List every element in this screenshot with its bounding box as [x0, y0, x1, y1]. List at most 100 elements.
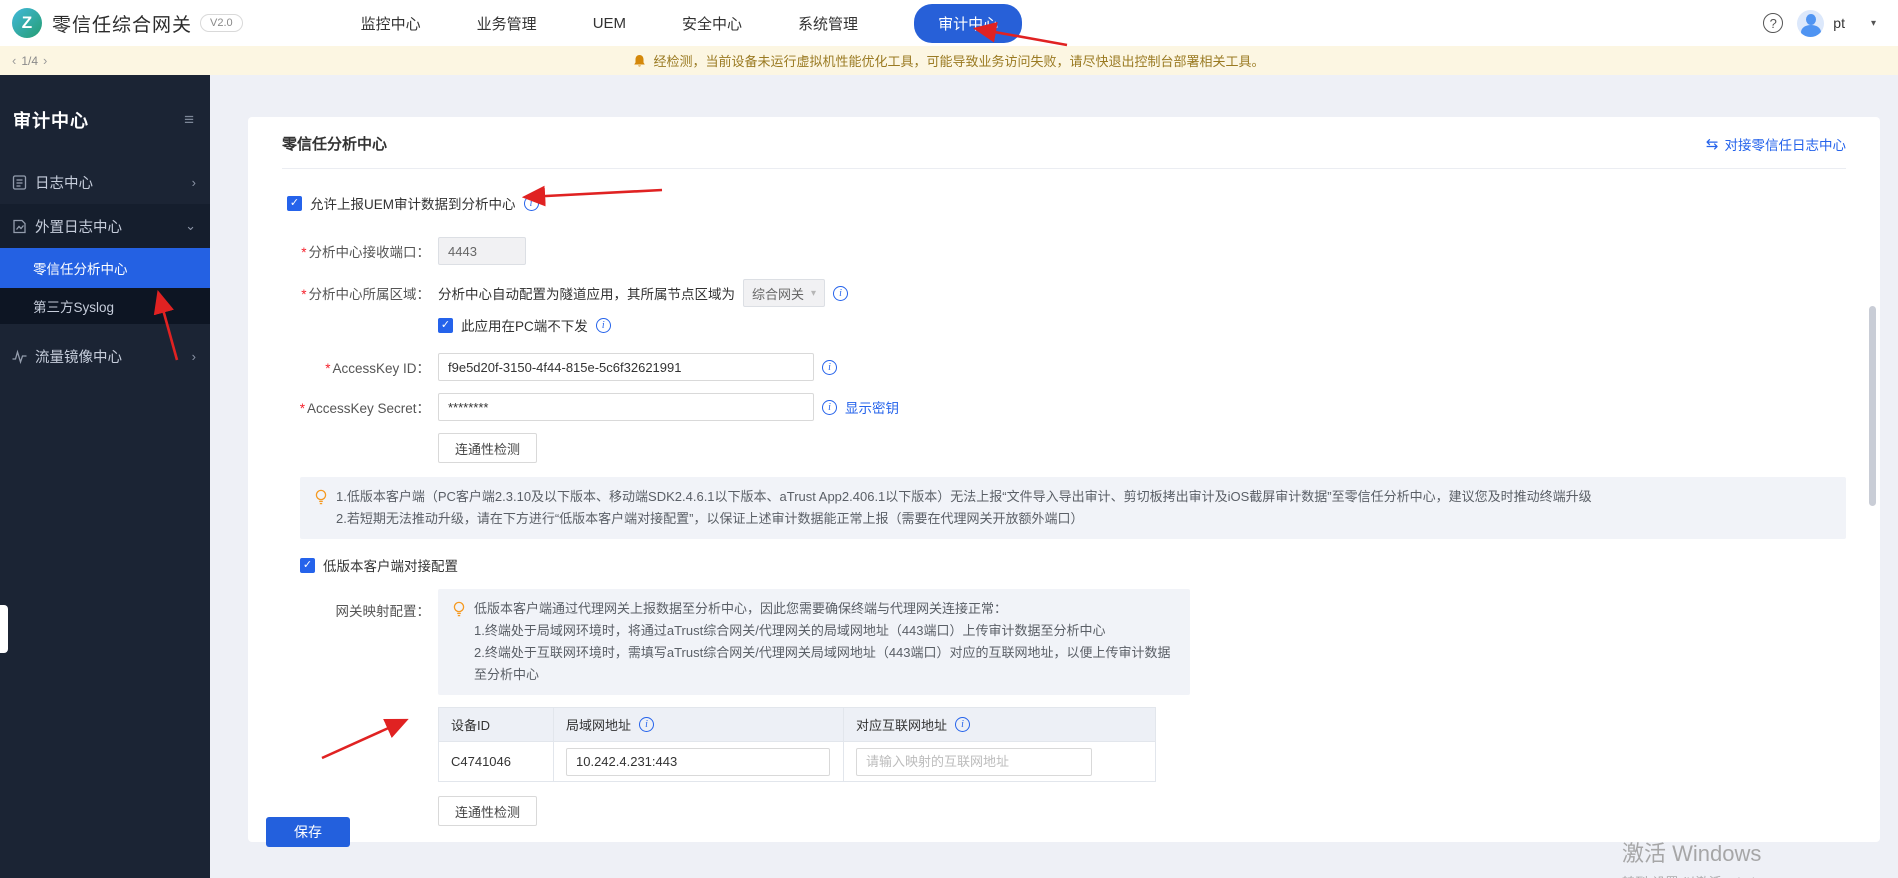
help-icon[interactable]: ?: [1763, 13, 1783, 33]
device-id-cell: C4741046: [439, 742, 554, 782]
region-select[interactable]: 综合网关 ▾: [743, 279, 825, 307]
pager-count: 1/4: [21, 54, 38, 68]
legacy-client-checkbox[interactable]: ✓: [300, 558, 315, 573]
check-icon: ✓: [303, 558, 312, 573]
sidebar-collapse-icon[interactable]: ≡: [184, 110, 194, 130]
version-badge: V2.0: [200, 14, 243, 32]
chevron-down-icon: ⌄: [185, 218, 196, 234]
wan-address-input[interactable]: [856, 748, 1092, 776]
tip1-line1: 1.低版本客户端（PC客户端2.3.10及以下版本、移动端SDK2.4.6.1以…: [336, 486, 1592, 508]
gateway-mapping-table: 设备ID 局域网地址i 对应互联网地址i C4741046: [438, 707, 1156, 782]
region-description: 分析中心自动配置为隧道应用，其所属节点区域为: [438, 283, 735, 303]
required-mark: *: [325, 361, 330, 376]
check-icon: ✓: [290, 196, 299, 211]
connectivity-test-button[interactable]: 连通性检测: [438, 433, 537, 463]
accesskey-secret-label: *AccessKey Secret：: [282, 397, 430, 417]
table-row: C4741046: [439, 742, 1156, 782]
save-button[interactable]: 保存: [266, 817, 350, 847]
user-menu-caret-icon[interactable]: ▾: [1871, 18, 1876, 29]
port-label: *分析中心接收端口：: [282, 241, 430, 261]
select-caret-icon: ▾: [811, 288, 816, 299]
nav-security-center[interactable]: 安全中心: [682, 13, 742, 34]
info-icon[interactable]: i: [822, 360, 837, 375]
pager-prev-icon[interactable]: ‹: [12, 53, 16, 68]
logo-icon: Z: [12, 8, 42, 38]
pager-next-icon[interactable]: ›: [43, 53, 47, 68]
sidebar-item-label: 日志中心: [35, 172, 93, 193]
nav-audit-center-active[interactable]: 审计中心: [914, 4, 1022, 43]
allow-upload-checkbox[interactable]: ✓: [287, 196, 302, 211]
info-icon[interactable]: i: [833, 286, 848, 301]
analysis-center-form: ✓ 允许上报UEM审计数据到分析中心 i *分析中心接收端口： *分析中心所属区…: [282, 169, 1846, 826]
content-card: 零信任分析中心 ⇆ 对接零信任日志中心 ✓ 允许上报UEM审计数据到分析中心 i…: [248, 117, 1880, 842]
tip2-line3: 2.终端处于互联网环境时，需填写aTrust综合网关/代理网关局域网地址（443…: [474, 642, 1174, 686]
sidebar-edge-notch: [0, 605, 8, 653]
connect-log-center-link[interactable]: ⇆ 对接零信任日志中心: [1706, 134, 1846, 154]
info-icon[interactable]: i: [639, 717, 654, 732]
table-header-wan-address: 对应互联网地址i: [844, 708, 1156, 742]
table-header-lan-address: 局域网地址i: [554, 708, 844, 742]
mapping-config-content: 低版本客户端通过代理网关上报数据至分析中心，因此您需要确保终端与代理网关连接正常…: [438, 589, 1190, 826]
check-icon: ✓: [441, 318, 450, 333]
port-input[interactable]: [438, 237, 526, 265]
bulb-icon: [452, 601, 466, 617]
region-label: *分析中心所属区域：: [282, 283, 430, 303]
sidebar-subitem-zero-trust-analysis[interactable]: 零信任分析中心: [0, 248, 210, 288]
accesskey-id-label: *AccessKey ID：: [282, 357, 430, 377]
nav-business-management[interactable]: 业务管理: [477, 13, 537, 34]
banner-text: 经检测，当前设备未运行虚拟机性能优化工具，可能导致业务访问失败，请尽快退出控制台…: [653, 51, 1264, 70]
connectivity-test-button-2[interactable]: 连通性检测: [438, 796, 537, 826]
chevron-right-icon: ›: [192, 175, 196, 190]
banner-pager: ‹ 1/4 ›: [12, 46, 47, 75]
avatar[interactable]: [1797, 10, 1824, 37]
gateway-mapping-tip: 低版本客户端通过代理网关上报数据至分析中心，因此您需要确保终端与代理网关连接正常…: [438, 589, 1190, 695]
sidebar-item-label: 流量镜像中心: [35, 346, 122, 367]
logo: Z 零信任综合网关 V2.0: [12, 8, 243, 38]
sidebar-title: 审计中心: [13, 107, 89, 133]
vertical-scrollbar-thumb[interactable]: [1869, 306, 1876, 506]
sidebar-item-external-log-center[interactable]: 外置日志中心 ⌄: [0, 204, 210, 248]
show-secret-link[interactable]: 显示密钥: [845, 397, 899, 417]
legacy-client-tip: 1.低版本客户端（PC客户端2.3.10及以下版本、移动端SDK2.4.6.1以…: [300, 477, 1846, 539]
tip2-line1: 低版本客户端通过代理网关上报数据至分析中心，因此您需要确保终端与代理网关连接正常…: [474, 598, 1174, 620]
tip2-line2: 1.终端处于局域网环境时，将通过aTrust综合网关/代理网关的局域网地址（44…: [474, 620, 1174, 642]
required-mark: *: [301, 287, 306, 302]
accesskey-secret-input[interactable]: [438, 393, 814, 421]
allow-upload-label: 允许上报UEM审计数据到分析中心: [310, 193, 516, 213]
nav-monitor-center[interactable]: 监控中心: [361, 13, 421, 34]
windows-activation-watermark: 激活 Windows 转到“设置”以激活 Windows。: [1622, 836, 1791, 878]
waveform-icon: [11, 348, 28, 365]
sidebar-item-label: 外置日志中心: [35, 216, 122, 237]
required-mark: *: [300, 401, 305, 416]
sidebar-item-log-center[interactable]: 日志中心 ›: [0, 160, 210, 204]
pc-no-deliver-label: 此应用在PC端不下发: [461, 315, 588, 335]
sidebar-item-traffic-mirror-center[interactable]: 流量镜像中心 ›: [0, 334, 210, 378]
pc-no-deliver-checkbox[interactable]: ✓: [438, 318, 453, 333]
info-icon[interactable]: i: [955, 717, 970, 732]
clipboard-icon: [11, 174, 28, 191]
table-header-device-id: 设备ID: [439, 708, 554, 742]
main-area: 零信任分析中心 ⇆ 对接零信任日志中心 ✓ 允许上报UEM审计数据到分析中心 i…: [210, 75, 1898, 878]
info-icon[interactable]: i: [524, 196, 539, 211]
bell-icon: [633, 54, 646, 68]
tip1-line2: 2.若短期无法推动升级，请在下方进行“低版本客户端对接配置”，以保证上述审计数据…: [336, 508, 1592, 530]
page-title: 零信任分析中心: [282, 133, 387, 154]
swap-arrows-icon: ⇆: [1706, 135, 1719, 153]
product-name: 零信任综合网关: [52, 10, 192, 37]
accesskey-id-input[interactable]: [438, 353, 814, 381]
chevron-right-icon: ›: [192, 349, 196, 364]
topbar-right: ? pt ▾: [1763, 10, 1876, 37]
info-icon[interactable]: i: [822, 400, 837, 415]
nav-uem[interactable]: UEM: [593, 15, 626, 32]
topbar: Z 零信任综合网关 V2.0 监控中心 业务管理 UEM 安全中心 系统管理 审…: [0, 0, 1898, 46]
external-log-icon: [11, 218, 28, 235]
mapping-config-label: 网关映射配置：: [282, 589, 430, 620]
info-icon[interactable]: i: [596, 318, 611, 333]
avatar-person-icon: [1806, 14, 1816, 25]
lan-address-input[interactable]: [566, 748, 830, 776]
sidebar-subitem-third-party-syslog[interactable]: 第三方Syslog: [0, 288, 210, 324]
sidebar: 审计中心 ≡ 日志中心 › 外置日志中心 ⌄ 零信任分析中心 第三方Syslog…: [0, 75, 210, 878]
legacy-client-label: 低版本客户端对接配置: [323, 555, 458, 575]
required-mark: *: [301, 245, 306, 260]
nav-system-management[interactable]: 系统管理: [798, 13, 858, 34]
